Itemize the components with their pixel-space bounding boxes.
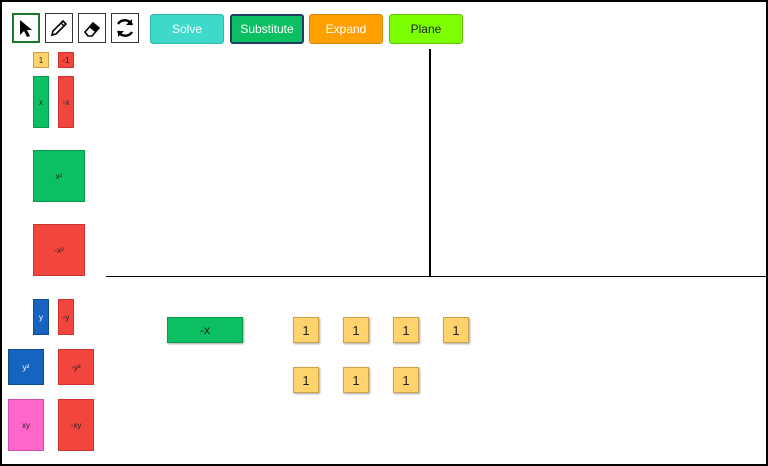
pencil-icon: [50, 19, 68, 37]
palette-tile-neg-xy[interactable]: -xy: [58, 399, 94, 451]
cursor-arrow-icon: [20, 20, 32, 37]
palette-tile-neg-x-squared[interactable]: -x²: [33, 224, 85, 276]
workspace-tile-1[interactable]: 1: [293, 367, 319, 393]
palette-tile-1[interactable]: 1: [33, 52, 49, 68]
refresh-icon: [116, 19, 134, 37]
palette-tile-neg-x[interactable]: -x: [58, 76, 74, 128]
workspace-tile-1[interactable]: 1: [293, 317, 319, 343]
workspace-tile-neg-x[interactable]: -x: [167, 317, 243, 343]
palette-tile-x[interactable]: x: [33, 76, 49, 128]
palette-tile-x-squared[interactable]: x²: [33, 150, 85, 202]
eraser-tool[interactable]: [78, 13, 106, 43]
workspace-tile-1[interactable]: 1: [393, 367, 419, 393]
palette-tile-y-squared[interactable]: y²: [8, 349, 44, 385]
substitute-button[interactable]: Substitute: [230, 14, 304, 44]
pencil-tool[interactable]: [45, 13, 73, 43]
workspace: -x 1 1 1 1 1 1 1: [106, 49, 766, 464]
palette-tile-neg-1[interactable]: -1: [58, 52, 74, 68]
pointer-tool[interactable]: [12, 13, 40, 43]
workspace-tile-1[interactable]: 1: [393, 317, 419, 343]
eraser-icon: [83, 21, 101, 37]
toolbar: Solve Substitute Expand Plane: [2, 2, 764, 51]
tile-workspace-pane[interactable]: -x 1 1 1 1 1 1 1: [106, 277, 766, 464]
refresh-tool[interactable]: [111, 13, 139, 43]
left-equation-pane[interactable]: [106, 49, 431, 277]
palette-tile-y[interactable]: y: [33, 299, 49, 335]
expand-button[interactable]: Expand: [309, 14, 383, 44]
workspace-tile-1[interactable]: 1: [443, 317, 469, 343]
workspace-tile-1[interactable]: 1: [343, 317, 369, 343]
palette-tile-neg-y[interactable]: -y: [58, 299, 74, 335]
tile-palette: 1 -1 x -x x² -x² y -y y² -y² xy -xy: [2, 49, 108, 464]
right-equation-pane[interactable]: [431, 49, 766, 277]
workspace-tile-1[interactable]: 1: [343, 367, 369, 393]
plane-button[interactable]: Plane: [389, 14, 463, 44]
solve-button[interactable]: Solve: [150, 14, 224, 44]
palette-tile-neg-y-squared[interactable]: -y²: [58, 349, 94, 385]
palette-tile-xy[interactable]: xy: [8, 399, 44, 451]
